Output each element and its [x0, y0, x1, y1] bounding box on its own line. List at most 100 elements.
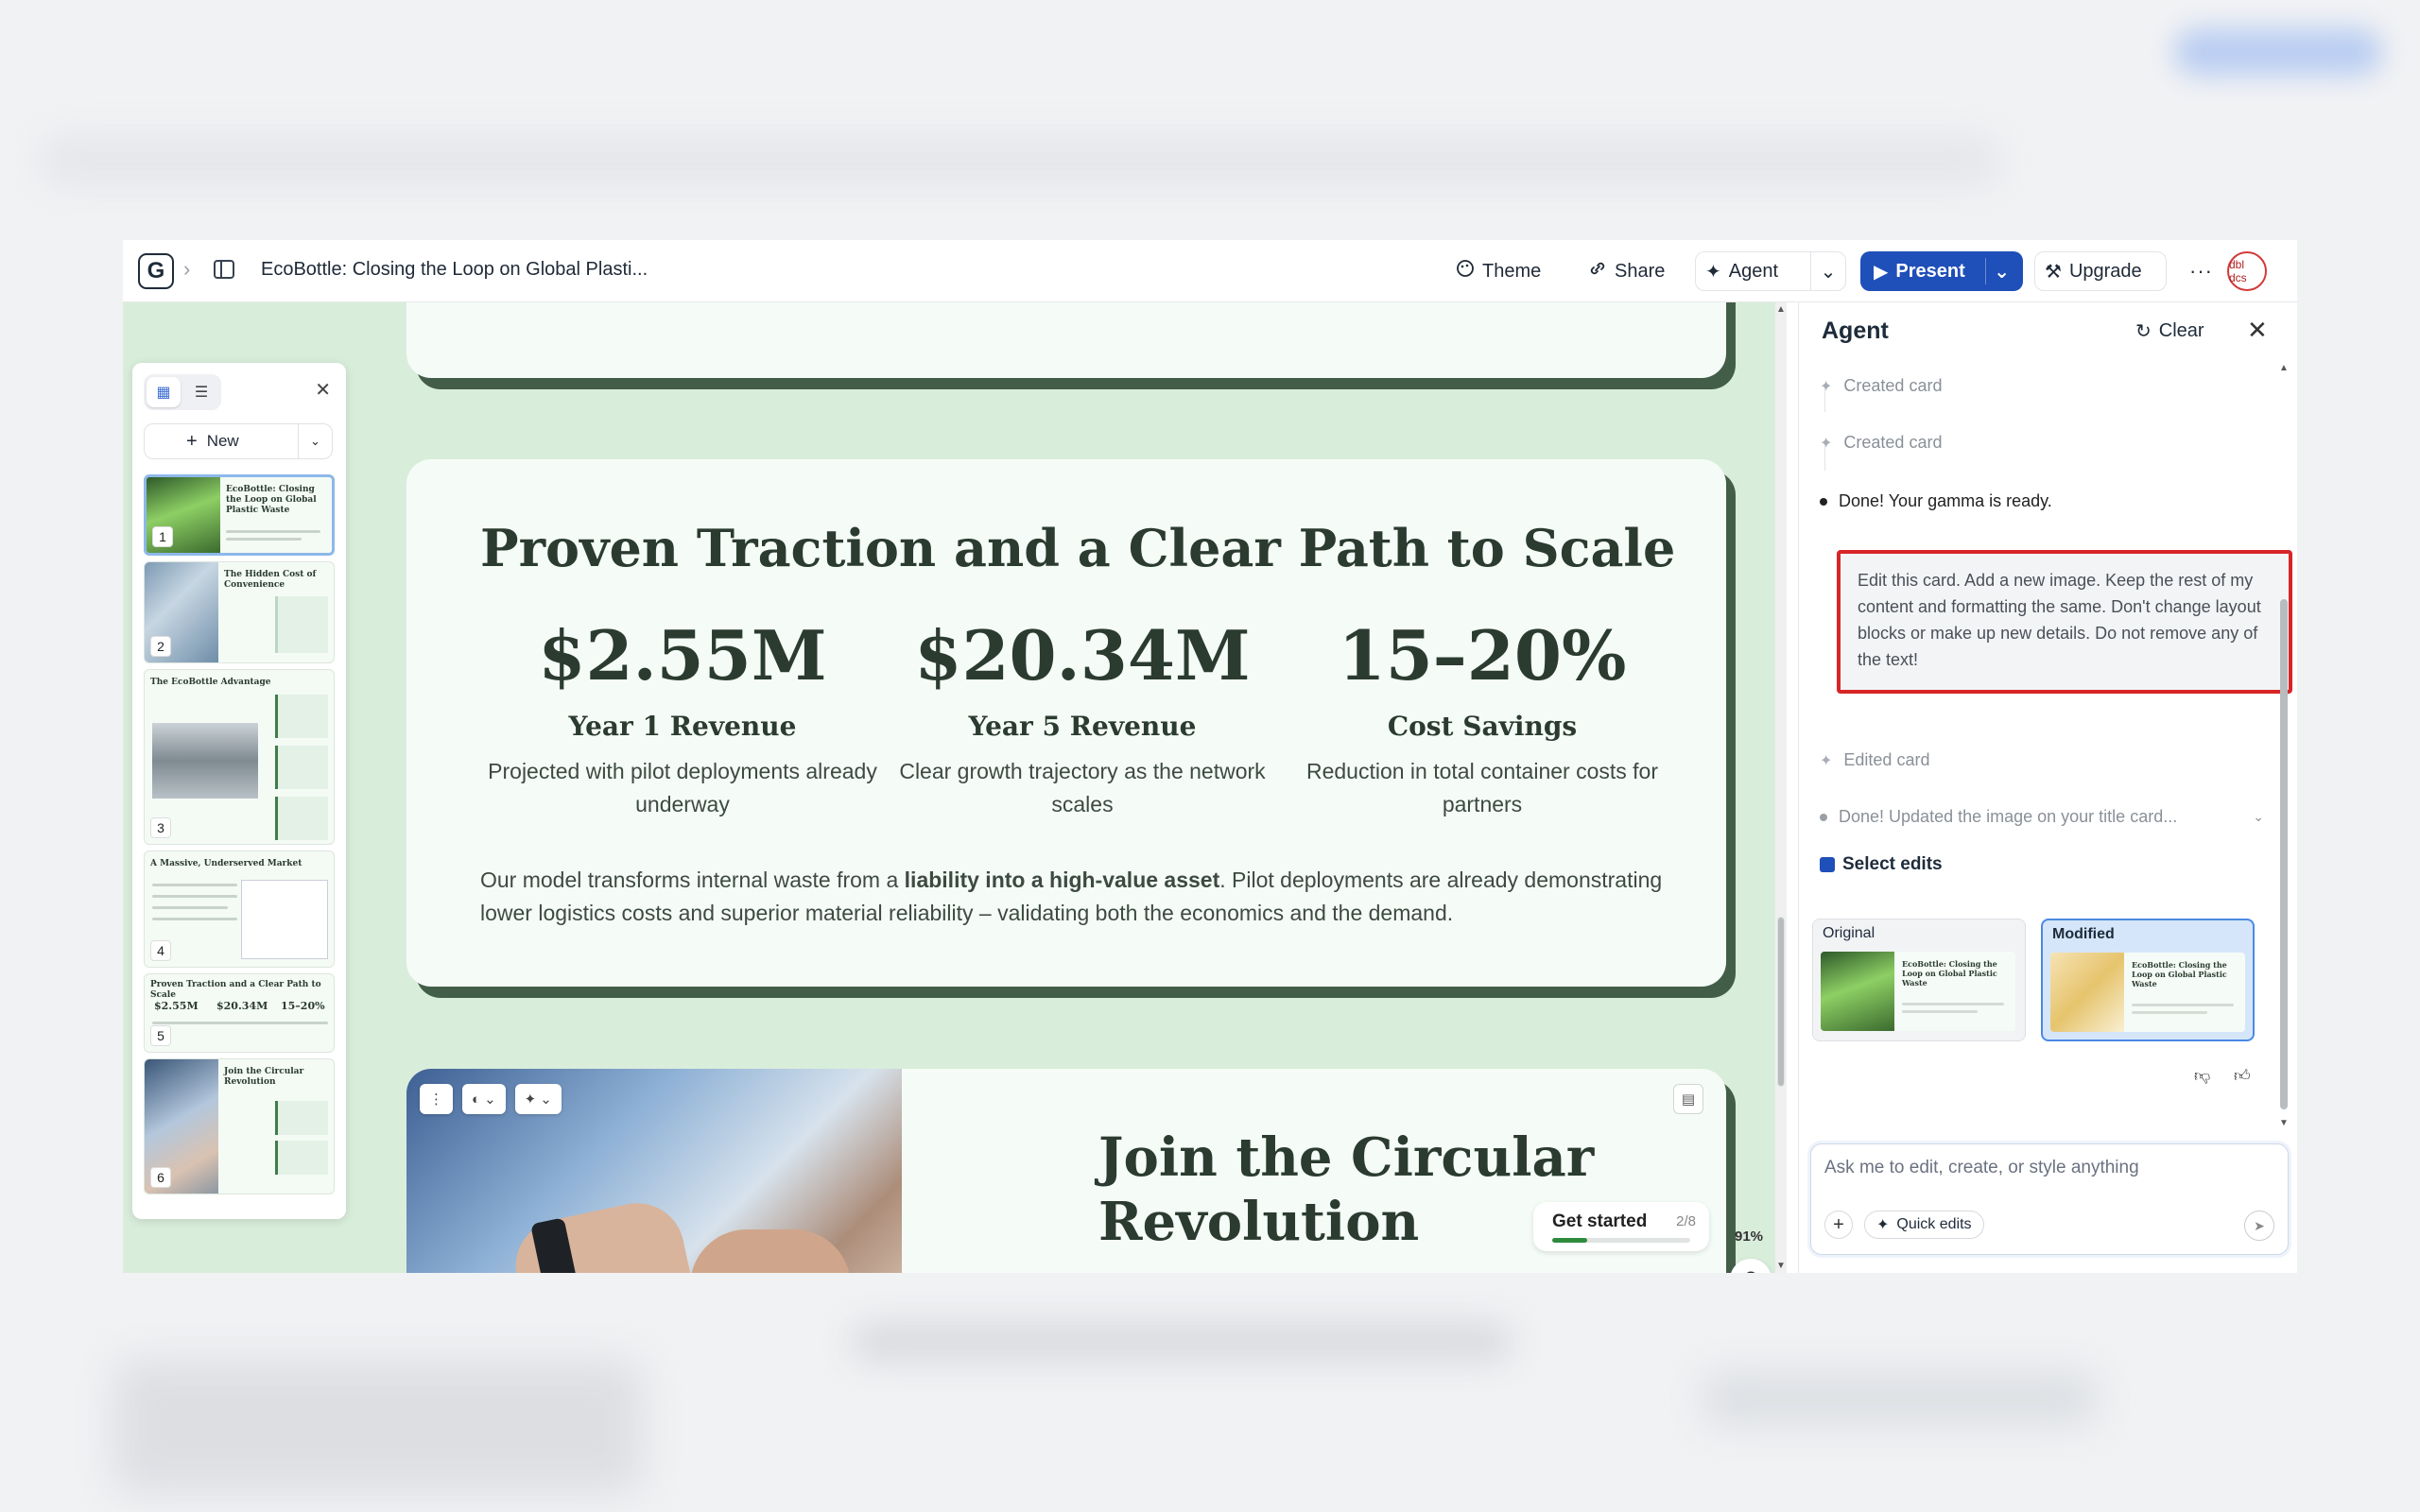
agent-button[interactable]: ✦ Agent — [1695, 251, 1810, 291]
thumbnail-card[interactable]: The EcoBottle Advantage 3 — [144, 669, 335, 845]
share-label: Share — [1615, 260, 1666, 282]
stat-label: Year 1 Revenue — [568, 711, 797, 742]
list-view-icon[interactable]: ☰ — [184, 377, 218, 407]
chevron-down-icon: ⌄ — [484, 1091, 496, 1108]
ai-edit-button[interactable]: ✦ ⌄ — [514, 1084, 562, 1114]
select-edits-heading: Select edits — [1820, 854, 1943, 875]
agent-step: Done! Your gamma is ready. — [1820, 491, 2052, 511]
stat-description: Clear growth trajectory as the network s… — [899, 759, 1266, 816]
gamma-logo-icon[interactable]: G — [138, 253, 174, 289]
modified-version-option[interactable]: Modified EcoBottle: Closing the Loop on … — [2041, 919, 2255, 1041]
sidebar-toggle-icon[interactable] — [214, 260, 234, 279]
scroll-down-icon[interactable]: ▼ — [2279, 1118, 2289, 1128]
theme-button[interactable]: Theme — [1446, 251, 1550, 291]
sparkle-icon: ✦ — [1820, 435, 1833, 452]
thumbnail-card[interactable]: A Massive, Underserved Market 4 — [144, 850, 335, 968]
clear-button[interactable]: ↻ Clear — [2135, 319, 2204, 343]
zoom-level[interactable]: 91% — [1730, 1228, 1768, 1245]
present-button[interactable]: ▶ Present ⌄ — [1860, 251, 2023, 291]
new-label: New — [206, 432, 239, 450]
document-title[interactable]: EcoBottle: Closing the Loop on Global Pl… — [261, 259, 648, 281]
scroll-up-icon[interactable]: ▲ — [2279, 363, 2289, 373]
join-revolution-card[interactable]: ⋮ ◐ ⌄ ✦ ⌄ Join the Circular Revolution ▤ — [406, 1069, 1726, 1273]
avatar[interactable]: dbl dcs — [2227, 251, 2267, 291]
more-options-button[interactable]: ··· — [2180, 251, 2222, 291]
present-label: Present — [1895, 260, 1965, 282]
play-icon: ▶ — [1874, 261, 1889, 283]
layers-icon — [1820, 857, 1835, 872]
stat-label: Year 5 Revenue — [968, 711, 1197, 742]
blurred-block — [1702, 1370, 2099, 1427]
editor-canvas: Proven Traction and a Clear Path to Scal… — [123, 302, 1787, 1273]
chevron-down-icon[interactable]: ⌄ — [2253, 809, 2264, 825]
agent-result-row[interactable]: Done! Updated the image on your title ca… — [1820, 807, 2264, 827]
grid-view-icon[interactable]: ▦ — [147, 377, 181, 407]
blurred-block — [851, 1323, 1512, 1361]
card-body-text[interactable]: Our model transforms internal waste from… — [480, 864, 1671, 930]
thumbs-down-icon[interactable]: 👎︎ — [2194, 1066, 2210, 1086]
theme-label: Theme — [1482, 260, 1542, 282]
app-window: G › EcoBottle: Closing the Loop on Globa… — [123, 240, 2297, 1273]
card-notes-icon[interactable]: ▤ — [1673, 1084, 1703, 1114]
agent-label: Agent — [1728, 260, 1779, 282]
traction-card[interactable]: Proven Traction and a Clear Path to Scal… — [406, 459, 1726, 987]
stat-block[interactable]: 15–20% Cost Savings Reduction in total c… — [1284, 622, 1681, 821]
help-button[interactable]: ? — [1730, 1259, 1772, 1273]
sparkle-icon: ✦ — [1876, 1217, 1890, 1233]
canvas-scrollbar[interactable]: ▲ ▼ — [1775, 302, 1787, 1273]
agent-scrollbar[interactable]: ▲ ▼ — [2277, 363, 2290, 1128]
get-started-progress — [1552, 1238, 1690, 1243]
send-icon[interactable]: ➤ — [2244, 1211, 2274, 1241]
card-title[interactable]: Proven Traction and a Clear Path to Scal… — [480, 518, 1675, 578]
scroll-up-icon[interactable]: ▲ — [1775, 304, 1787, 315]
scroll-down-icon[interactable]: ▼ — [1775, 1261, 1787, 1271]
close-icon[interactable]: ✕ — [2247, 316, 2268, 345]
get-started-count: 2/8 — [1676, 1213, 1696, 1229]
link-icon — [1588, 259, 1607, 284]
thumbnail-panel: ▦ ☰ ✕ + New ⌄ EcoBottle: Closing the Loo… — [132, 363, 346, 1219]
original-preview: EcoBottle: Closing the Loop on Global Pl… — [1821, 952, 2015, 1031]
thumbnail-card[interactable]: Join the Circular Revolution 6 — [144, 1058, 335, 1194]
scrollbar-thumb[interactable] — [2280, 599, 2288, 1109]
agent-panel: Agent ↻ Clear ✕ ✦ Created card ✦ Created c… — [1798, 302, 2297, 1273]
scrollbar-thumb[interactable] — [1777, 917, 1785, 1087]
new-card-button[interactable]: + New ⌄ — [144, 423, 333, 459]
present-chevron-icon[interactable]: ⌄ — [1994, 260, 2010, 284]
share-button[interactable]: Share — [1579, 251, 1674, 291]
close-icon[interactable]: ✕ — [315, 378, 331, 402]
agent-dropdown-chevron-icon[interactable]: ⌄ — [1810, 251, 1846, 291]
stat-value: 15–20% — [1338, 615, 1627, 696]
agent-composer[interactable]: Ask me to edit, create, or style anythin… — [1810, 1143, 2289, 1255]
blurred-block — [113, 1361, 643, 1493]
agent-step: ✦ Created card — [1820, 433, 1943, 452]
sparkle-icon: ✦ — [1820, 752, 1833, 769]
stat-block[interactable]: $2.55M Year 1 Revenue Projected with pil… — [484, 622, 881, 821]
stat-label: Cost Savings — [1387, 711, 1578, 742]
agent-step: ✦ Created card — [1820, 376, 1943, 395]
blurred-pill — [2174, 28, 2382, 76]
bold-phrase: liability into a high-value asset — [904, 868, 1220, 892]
thumbs-up-icon[interactable]: 👍︎ — [2234, 1066, 2251, 1086]
top-bar: G › EcoBottle: Closing the Loop on Globa… — [123, 240, 2297, 302]
drag-handle-icon[interactable]: ⋮ — [420, 1084, 453, 1114]
get-started-label: Get started — [1552, 1211, 1648, 1231]
original-version-option[interactable]: Original EcoBottle: Closing the Loop on … — [1812, 919, 2026, 1041]
modified-preview: EcoBottle: Closing the Loop on Global Pl… — [2050, 953, 2245, 1032]
thumbnail-card[interactable]: EcoBottle: Closing the Loop on Global Pl… — [144, 474, 335, 556]
thumbnail-card[interactable]: Proven Traction and a Clear Path to Scal… — [144, 973, 335, 1053]
get-started-widget[interactable]: Get started 2/8 — [1533, 1202, 1709, 1251]
add-attachment-button[interactable]: + — [1824, 1211, 1853, 1239]
previous-card[interactable] — [406, 302, 1726, 378]
agent-step: ✦ Edited card — [1820, 750, 1930, 769]
breadcrumb-chevron-icon: › — [183, 257, 191, 281]
sparkle-icon: ✦ — [1705, 261, 1721, 283]
composer-input[interactable]: Ask me to edit, create, or style anythin… — [1824, 1158, 2139, 1178]
thumbnail-card[interactable]: The Hidden Cost of Convenience 2 — [144, 561, 335, 663]
card-title[interactable]: Join the Circular Revolution — [1098, 1125, 1594, 1254]
stat-value: $2.55M — [538, 615, 827, 696]
card-style-button[interactable]: ◐ ⌄ — [462, 1084, 506, 1114]
quick-edits-button[interactable]: ✦ Quick edits — [1864, 1211, 1984, 1239]
stat-block[interactable]: $20.34M Year 5 Revenue Clear growth traj… — [884, 622, 1281, 821]
chevron-down-icon[interactable]: ⌄ — [298, 424, 332, 458]
upgrade-button[interactable]: ⚒ Upgrade — [2034, 251, 2167, 291]
